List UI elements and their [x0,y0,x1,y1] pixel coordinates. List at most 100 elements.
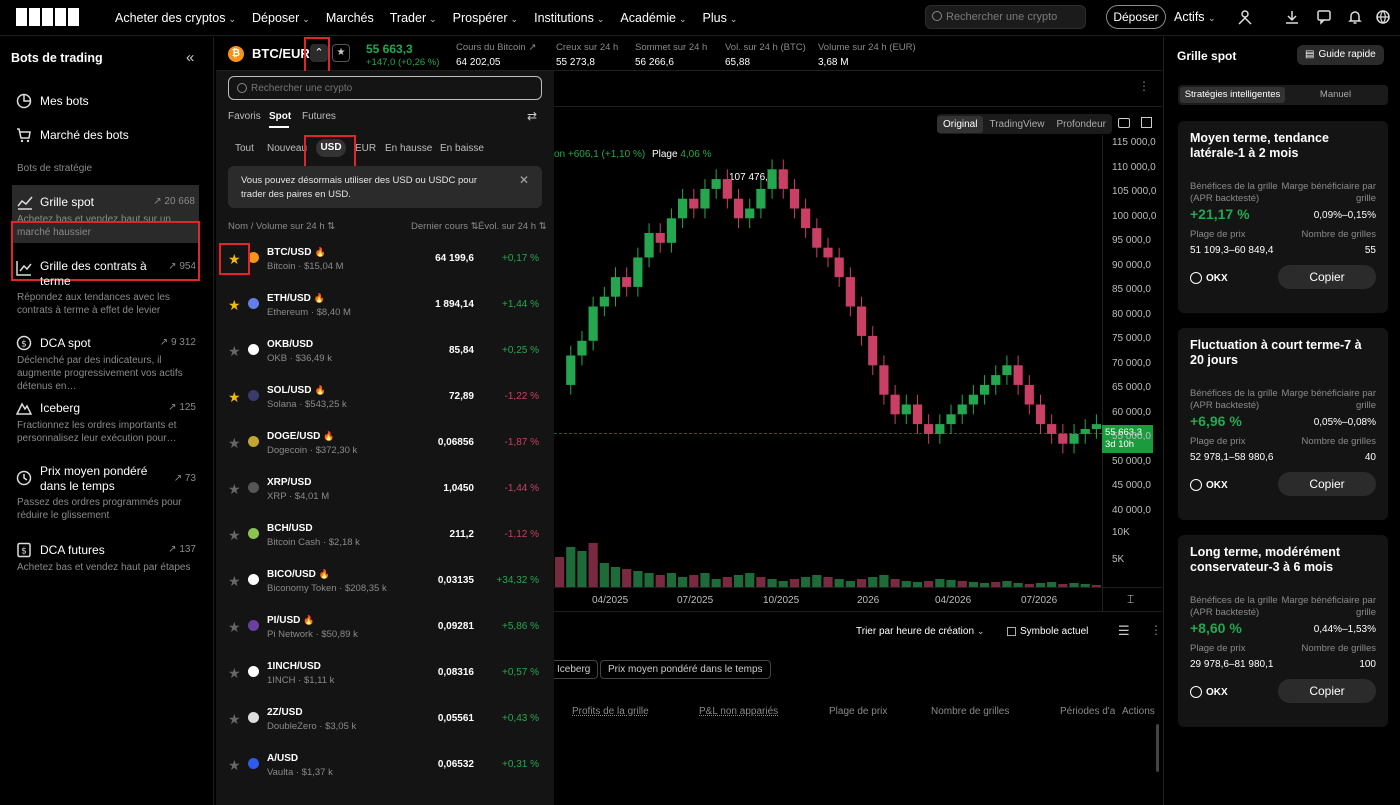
nav-item-grow[interactable]: Prospérer ⌄ [453,11,518,25]
tab-smart-strategies[interactable]: Stratégies intelligentes [1180,87,1285,103]
favorite-star-icon[interactable]: ★ [332,44,350,62]
pair-row[interactable]: ★ SOL/USD 🔥 Solana · $543,25 k 72,89 -1,22 % [216,377,554,423]
chevron-down-icon: ⌄ [729,14,738,24]
nav-item-markets[interactable]: Marchés [326,11,374,25]
clock-icon [16,470,32,486]
sidebar-item-dca-spot[interactable]: $ DCA spot ↗ 9 312 Déclenché par des ind… [16,335,196,392]
collapse-icon[interactable]: « [186,49,194,66]
candle-body [722,179,732,199]
favorite-star-icon[interactable]: ★ [228,711,241,728]
strategy-card[interactable]: Fluctuation à court terme-7 à 20 jours Bé… [1178,328,1388,520]
pair-symbol[interactable]: BTC/EUR [252,46,310,61]
candlestick-plot[interactable] [554,135,1102,535]
tab-manual[interactable]: Manuel [1285,87,1386,103]
favorite-star-icon[interactable]: ★ [228,527,241,544]
volume-bar [577,551,587,587]
bell-icon[interactable] [1347,9,1363,25]
favorite-star-icon[interactable]: ★ [228,573,241,590]
favorite-star-icon[interactable]: ★ [228,619,241,636]
close-icon[interactable]: ✕ [519,173,529,187]
view-tab-original[interactable]: Original [937,115,984,133]
more-vertical-icon[interactable]: ⋮ [1138,79,1150,93]
copy-button[interactable]: Copier [1278,265,1376,289]
pair-row[interactable]: ★ XRP/USD XRP · $4,01 M 1,0450 -1,44 % [216,469,554,515]
pair-row[interactable]: ★ OKB/USD OKB · $36,49 k 85,84 +0,25 % [216,331,554,377]
nav-item-buy-crypto[interactable]: Acheter des cryptos ⌄ [115,11,236,25]
chat-icon[interactable] [1316,9,1332,25]
volume-bar [789,579,800,587]
nav-item-institutions[interactable]: Institutions ⌄ [534,11,604,25]
price-change: +147,0 (+0,26 %) [366,57,440,68]
pair-row[interactable]: ★ BCH/USD Bitcoin Cash · $2,18 k 211,2 -1,12… [216,515,554,561]
globe-icon[interactable] [1375,9,1391,25]
sidebar-item-my-bots[interactable]: Mes bots [16,93,206,113]
tab-futures[interactable]: Futures [302,111,336,122]
pair-row[interactable]: ★ BICO/USD 🔥 Biconomy Token · $208,35 k 0,03… [216,561,554,607]
okx-brand-icon [1190,686,1202,698]
fullscreen-icon[interactable] [1141,117,1152,128]
subtab-gainers[interactable]: En hausse [385,143,432,154]
filter-chip-iceberg[interactable]: Iceberg [549,660,599,679]
sidebar-item-twap[interactable]: Prix moyen pondéré dans le temps ↗ 73 Pa… [16,463,196,523]
sidebar-item-bot-market[interactable]: Marché des bots [16,127,206,147]
filter-chip-twap[interactable]: Prix moyen pondéré dans le temps [600,660,771,679]
more-vertical-icon[interactable]: ⋮ [1150,623,1162,637]
tab-favorites[interactable]: Favoris [228,111,261,122]
favorite-star-icon[interactable]: ★ [228,343,241,360]
okx-logo[interactable] [16,8,80,26]
chevron-down-icon: ⌄ [228,14,237,24]
pair-row[interactable]: ★ A/USD Vaulta · $1,37 k 0,06532 +0,31 % [216,745,554,791]
download-icon[interactable] [1284,9,1300,25]
assets-menu[interactable]: Actifs ⌄ [1174,10,1216,24]
current-symbol-checkbox[interactable]: Symbole actuel [1007,626,1088,637]
nav-item-trade[interactable]: Trader ⌄ [390,11,437,25]
pair-row[interactable]: ★ DOGE/USD 🔥 Dogecoin · $372,30 k 0,06856 -1,… [216,423,554,469]
view-tab-tradingview[interactable]: TradingView [983,116,1050,133]
copy-button[interactable]: Copier [1278,472,1376,496]
favorite-star-icon[interactable]: ★ [228,665,241,682]
view-tab-depth[interactable]: Profondeur [1051,116,1112,133]
nav-item-deposit[interactable]: Déposer ⌄ [252,11,310,25]
subtab-losers[interactable]: En baisse [440,143,484,154]
layout-icon[interactable] [1118,118,1130,128]
subtab-new[interactable]: Nouveau [267,143,307,154]
deposit-button[interactable]: Déposer [1106,5,1166,29]
favorite-star-icon[interactable]: ★ [228,757,241,774]
subtab-eur[interactable]: EUR [355,143,376,154]
strategy-card[interactable]: Moyen terme, tendance latérale-1 à 2 moi… [1178,121,1388,313]
sidebar-item-futures-grid[interactable]: Grille des contrats à terme ↗ 954 Répond… [16,258,196,318]
nav-search-box[interactable] [925,5,1086,29]
favorite-star-icon[interactable]: ★ [228,435,241,452]
strategy-card[interactable]: Long terme, modérément conservateur-3 à … [1178,535,1388,727]
nav-search-input[interactable] [946,6,1084,28]
nav-item-academy[interactable]: Académie ⌄ [620,11,686,25]
pair-search-box[interactable] [228,76,542,100]
quick-guide-button[interactable]: ▤ Guide rapide [1297,45,1384,65]
favorite-star-icon[interactable]: ★ [228,389,241,406]
col-change: Évol. sur 24 h ⇅ [478,221,547,232]
tab-spot[interactable]: Spot [269,111,291,122]
subtab-all[interactable]: Tout [235,143,254,154]
user-icon[interactable] [1237,9,1253,25]
pair-row[interactable]: ★ 1INCH/USD 1INCH · $1,11 k 0,08316 +0,57 % [216,653,554,699]
filter-settings-icon[interactable]: ☰ [1118,623,1130,639]
sort-dropdown[interactable]: Trier par heure de création ⌄ [856,626,984,637]
candle-body [1069,433,1079,444]
pair-row[interactable]: ★ 2Z/USD DoubleZero · $3,05 k 0,05561 +0,43 … [216,699,554,745]
pair-search-input[interactable] [251,78,539,98]
scrollbar[interactable] [1156,724,1159,772]
pair-row[interactable]: ★ BTC/USD 🔥 Bitcoin · $15,04 M 64 199,6 +0,17… [216,239,554,285]
swap-icon[interactable]: ⇄ [527,109,537,123]
volume-bar [946,580,956,587]
sidebar-item-dca-futures[interactable]: $ DCA futures ↗ 137 Achetez bas et vende… [16,542,196,578]
pair-row[interactable]: ★ PI/USD 🔥 Pi Network · $50,89 k 0,09281 +5,8… [216,607,554,653]
sidebar-item-iceberg[interactable]: Iceberg ↗ 125 Fractionnez les ordres imp… [16,400,196,448]
copy-button[interactable]: Copier [1278,679,1376,703]
nav-item-more[interactable]: Plus ⌄ [703,11,738,25]
candle-body [599,296,609,307]
favorite-star-icon[interactable]: ★ [228,481,241,498]
favorite-star-icon[interactable]: ★ [228,297,241,314]
pair-row[interactable]: ★ ETH/USD 🔥 Ethereum · $8,40 M1 894,14 +1,44… [216,285,554,331]
volume-bar [767,579,777,587]
cursor-text-icon[interactable]: ⌶ [1127,592,1134,607]
